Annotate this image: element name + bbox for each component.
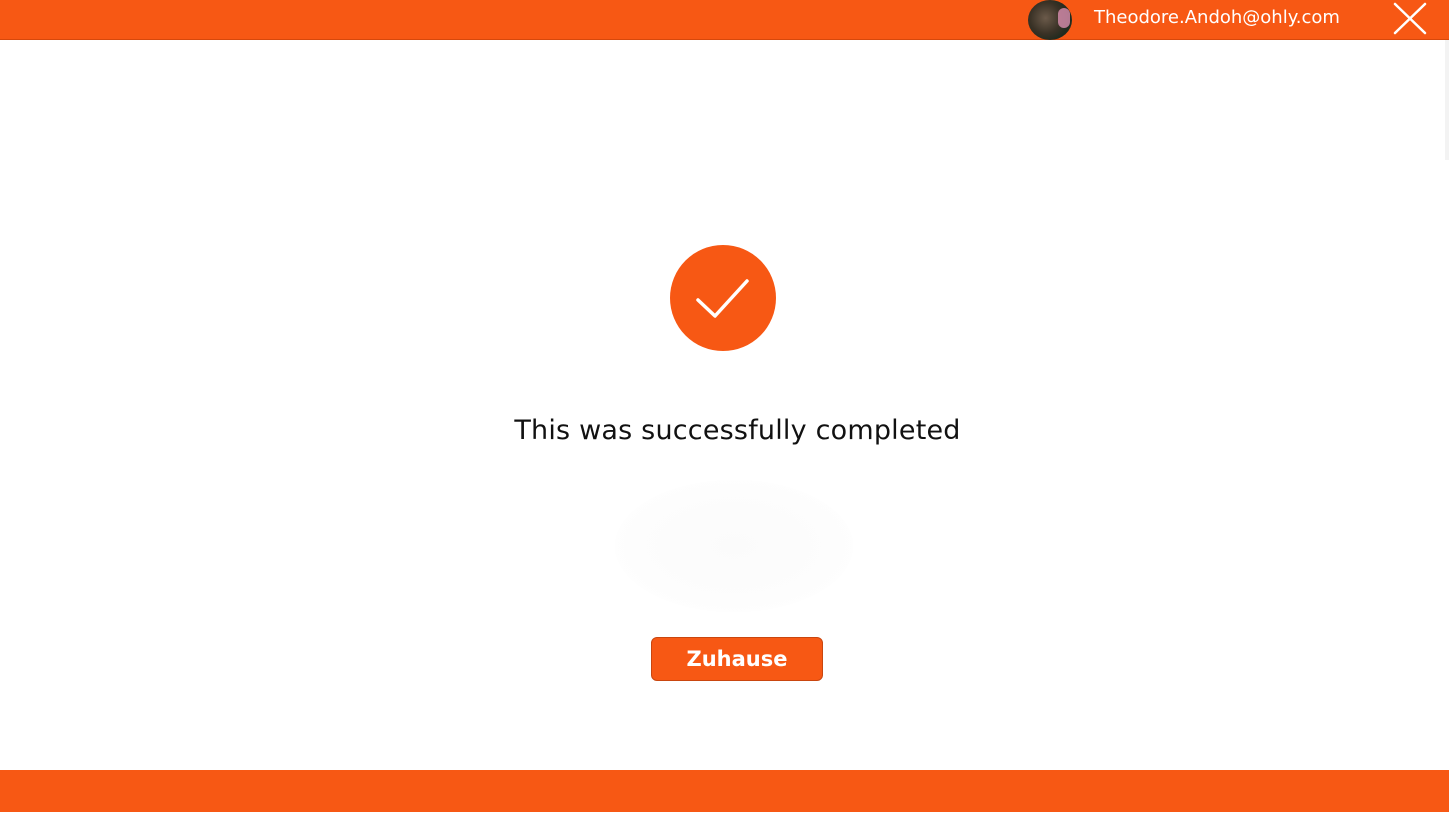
top-bar: Theodore.Andoh@ohly.com bbox=[0, 0, 1449, 40]
success-message: This was successfully completed bbox=[514, 415, 961, 446]
scrollbar-edge bbox=[1445, 40, 1449, 160]
checkmark-icon bbox=[696, 279, 749, 318]
user-email: Theodore.Andoh@ohly.com bbox=[1094, 7, 1340, 28]
footer-bar bbox=[0, 770, 1449, 812]
close-button[interactable] bbox=[1391, 1, 1429, 37]
placeholder-area bbox=[615, 480, 853, 612]
close-icon bbox=[1393, 2, 1427, 35]
home-button[interactable]: Zuhause bbox=[651, 637, 823, 681]
user-avatar[interactable] bbox=[1028, 0, 1072, 40]
success-badge bbox=[670, 245, 776, 351]
